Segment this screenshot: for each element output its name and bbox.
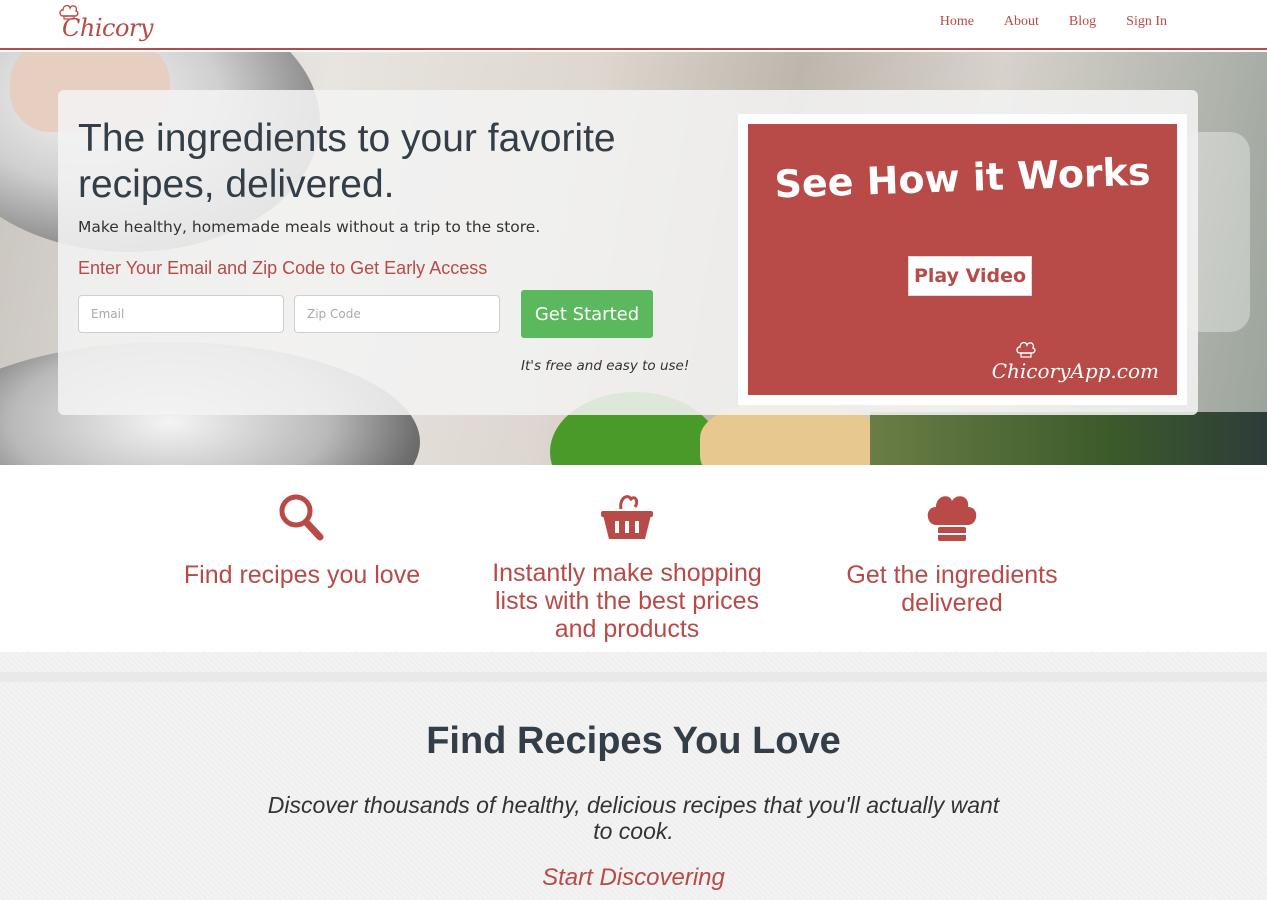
feature-label: Find recipes you love [183,561,421,589]
feature-label: Get the ingredients delivered [846,561,1058,617]
video-panel: See How it Works Play Video ChicoryApp.c… [748,124,1177,395]
free-note: It's free and easy to use! [521,358,690,374]
get-started-button[interactable]: Get Started [521,290,653,338]
logo-text: Chicory [62,14,153,42]
top-navbar: Chicory Home About Blog Sign In [0,0,1267,50]
section-title: Find Recipes You Love [426,720,841,762]
play-video-button[interactable]: Play Video [908,256,1032,296]
email-field[interactable] [78,295,284,333]
start-discovering-link[interactable]: Start Discovering [0,864,1267,892]
hero-background-greens [870,412,1267,465]
basket-icon [601,495,653,539]
signup-card: The ingredients to your favorite recipes… [58,90,1198,415]
chicory-logo[interactable]: Chicory [58,2,153,46]
hero-section: The ingredients to your favorite recipes… [0,52,1267,465]
features-row: Find recipes you love Instantly make sho… [0,465,1267,652]
feature-find-recipes: Find recipes you love [152,465,452,589]
section-divider [0,672,1267,682]
feature-delivery: Get the ingredients delivered [802,465,1102,617]
zip-code-field[interactable] [294,295,500,333]
feature-label: Instantly make shopping lists with the b… [492,559,762,643]
search-icon [279,494,324,541]
nav-blog-link[interactable]: Blog [1069,14,1096,30]
video-thumbnail[interactable]: See How it Works Play Video ChicoryApp.c… [738,114,1187,405]
chef-hat-icon [1016,341,1036,358]
find-recipes-section: Find Recipes You Love Discover thousands… [0,652,1267,900]
hero-subtitle: Make healthy, homemade meals without a t… [78,218,541,236]
feature-shopping-lists: Instantly make shopping lists with the b… [477,465,777,643]
video-title: See How it Works [773,149,1152,207]
nav-signin-link[interactable]: Sign In [1126,14,1167,30]
video-brand-text: ChicoryApp.com [991,359,1159,383]
nav-links: Home About Blog Sign In [940,14,1167,30]
early-access-text: Enter Your Email and Zip Code to Get Ear… [78,258,488,278]
section-description: Discover thousands of healthy, delicious… [267,792,1000,844]
hero-title: The ingredients to your favorite recipes… [78,117,616,206]
chef-hat-icon [927,496,977,541]
nav-home-link[interactable]: Home [940,14,974,30]
nav-about-link[interactable]: About [1004,14,1039,30]
